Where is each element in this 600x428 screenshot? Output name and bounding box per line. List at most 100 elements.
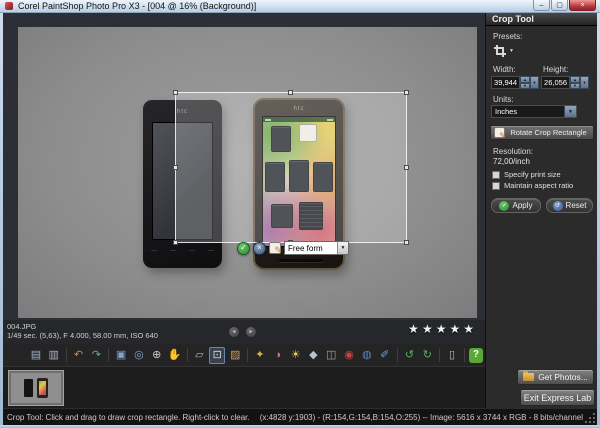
width-label: Width: <box>493 65 516 74</box>
left-phone-keys: ———— <box>151 248 214 254</box>
depth-icon[interactable]: ◍ <box>359 347 375 364</box>
toolbar-separator <box>247 348 248 362</box>
rotate-left-icon[interactable]: ↺ <box>402 347 418 364</box>
crop-icon[interactable]: ⊡ <box>209 347 225 364</box>
rotate-crop-icon[interactable]: ✎ <box>269 242 281 254</box>
width-slider-button[interactable]: ▼ <box>530 76 539 89</box>
save-as-icon[interactable]: ▥ <box>46 347 62 364</box>
thumbnail-selected[interactable] <box>8 370 64 406</box>
specify-print-size-label: Specify print size <box>504 170 561 179</box>
filename-label: 004.JPG <box>7 322 36 331</box>
crop-handle[interactable] <box>404 90 409 95</box>
help-icon[interactable]: ? <box>469 348 483 363</box>
caption-buttons: – ▢ × <box>532 0 596 11</box>
width-input[interactable]: 39,944 <box>491 76 520 89</box>
units-value: Inches <box>492 106 564 117</box>
red-eye-icon[interactable]: ◉ <box>341 347 357 364</box>
app-window: Corel PaintShop Photo Pro X3 - [004 @ 16… <box>0 0 600 428</box>
width-field: 39,944 ▲ ▼ ▼ <box>491 76 539 89</box>
zoom-icon[interactable]: ⊕ <box>149 347 165 364</box>
fill-light-icon[interactable]: ☀ <box>288 347 304 364</box>
crop-preset-dropdown[interactable]: Free form ▼ <box>284 241 349 255</box>
height-label: Height: <box>543 65 568 74</box>
undo-icon[interactable]: ↶ <box>71 347 87 364</box>
sharpen-icon[interactable]: ◆ <box>305 347 321 364</box>
crop-handle[interactable] <box>173 90 178 95</box>
maximize-button[interactable]: ▢ <box>551 0 568 11</box>
reset-button[interactable]: ↺ Reset <box>546 198 593 213</box>
toolbar: ▤▥ ↶↷ ▣◎⊕✋ ▱⊡▨ ✦◑☀◆◫◉◍✐ ↺↻ ▯? <box>3 344 485 366</box>
chevron-down-icon: ▼ <box>564 106 576 117</box>
delete-icon[interactable]: ▯ <box>444 347 460 364</box>
window-border-left <box>0 13 3 428</box>
maintain-aspect-checkbox[interactable] <box>492 182 500 190</box>
crop-presets-button[interactable]: ▼ <box>493 43 514 56</box>
status-bar: Crop Tool: Click and drag to draw crop r… <box>3 408 597 425</box>
star-icon[interactable]: ★ <box>463 322 477 336</box>
height-spin-down[interactable]: ▼ <box>570 83 580 90</box>
crop-handle[interactable] <box>288 90 293 95</box>
maintain-aspect-row: Maintain aspect ratio <box>492 181 573 190</box>
thumb-left-phone <box>24 379 33 397</box>
toolbar-separator <box>439 348 440 362</box>
thumbnail-image <box>11 373 61 403</box>
height-input[interactable]: 26,056 <box>541 76 570 89</box>
rotate-page-icon: ✎ <box>494 127 505 138</box>
star-icon[interactable]: ★ <box>436 322 450 336</box>
previous-photo-button[interactable]: ◄ <box>229 327 239 337</box>
fit-window-icon[interactable]: ◎ <box>131 347 147 364</box>
units-label: Units: <box>493 95 513 104</box>
crop-rectangle[interactable] <box>175 92 407 243</box>
reset-label: Reset <box>566 201 587 210</box>
chevron-down-icon[interactable]: ▼ <box>337 242 348 254</box>
crop-handle[interactable] <box>404 165 409 170</box>
star-icon[interactable]: ★ <box>449 322 463 336</box>
star-rating: ★★★★★ <box>408 322 477 336</box>
get-photos-button[interactable]: Get Photos... <box>517 369 594 385</box>
image-canvas[interactable]: htc ———— htc <box>3 13 485 320</box>
actual-size-icon[interactable]: ▣ <box>113 347 129 364</box>
resolution-label: Resolution: <box>493 147 533 156</box>
smart-fix-icon[interactable]: ▨ <box>227 347 243 364</box>
exit-express-lab-button[interactable]: Exit Express Lab <box>520 389 595 406</box>
straighten-icon[interactable]: ▱ <box>191 347 207 364</box>
star-icon[interactable]: ★ <box>408 322 422 336</box>
toolbar-separator <box>187 348 188 362</box>
pan-hand-icon[interactable]: ✋ <box>167 347 183 364</box>
color-balance-icon[interactable]: ✦ <box>252 347 268 364</box>
redo-icon[interactable]: ↷ <box>88 347 104 364</box>
presets-label: Presets: <box>493 32 522 41</box>
crop-tool-panel: Crop Tool Presets: ▼ Width: Height: 39,9… <box>485 13 597 408</box>
minimize-button[interactable]: – <box>533 0 550 11</box>
clear-crop-button[interactable]: × <box>253 242 266 255</box>
tone-mapping-icon[interactable]: ◫ <box>323 347 339 364</box>
toolbar-separator <box>108 348 109 362</box>
crop-handle[interactable] <box>173 165 178 170</box>
makeover-icon[interactable]: ◑ <box>270 347 286 364</box>
chevron-down-icon: ▼ <box>509 48 514 56</box>
thumbnail-strip <box>3 366 485 408</box>
height-slider-button[interactable]: ▼ <box>580 76 589 89</box>
crop-handle[interactable] <box>173 240 178 245</box>
star-icon[interactable]: ★ <box>422 322 436 336</box>
right-phone-speaker <box>279 259 323 262</box>
rotate-crop-rectangle-button[interactable]: ✎ Rotate Crop Rectangle <box>490 125 594 140</box>
crop-handle[interactable] <box>404 240 409 245</box>
photo-nav: ◄ ► <box>229 327 256 337</box>
resize-grip[interactable] <box>593 421 595 423</box>
units-dropdown[interactable]: Inches ▼ <box>491 105 577 118</box>
specify-print-size-checkbox[interactable] <box>492 171 500 179</box>
save-icon[interactable]: ▤ <box>28 347 44 364</box>
close-button[interactable]: × <box>569 0 596 11</box>
apply-crop-button[interactable]: ✓ <box>237 242 250 255</box>
check-icon: ✓ <box>499 201 509 211</box>
toolbar-separator <box>464 348 465 362</box>
resolution-value: 72,00/inch <box>493 157 530 166</box>
reset-icon: ↺ <box>553 201 563 211</box>
rotate-right-icon[interactable]: ↻ <box>419 347 435 364</box>
makeover-brush-icon[interactable]: ✐ <box>377 347 393 364</box>
next-photo-button[interactable]: ► <box>246 327 256 337</box>
maintain-aspect-label: Maintain aspect ratio <box>504 181 573 190</box>
width-spin-down[interactable]: ▼ <box>520 83 530 90</box>
apply-button[interactable]: ✓ Apply <box>491 198 541 213</box>
